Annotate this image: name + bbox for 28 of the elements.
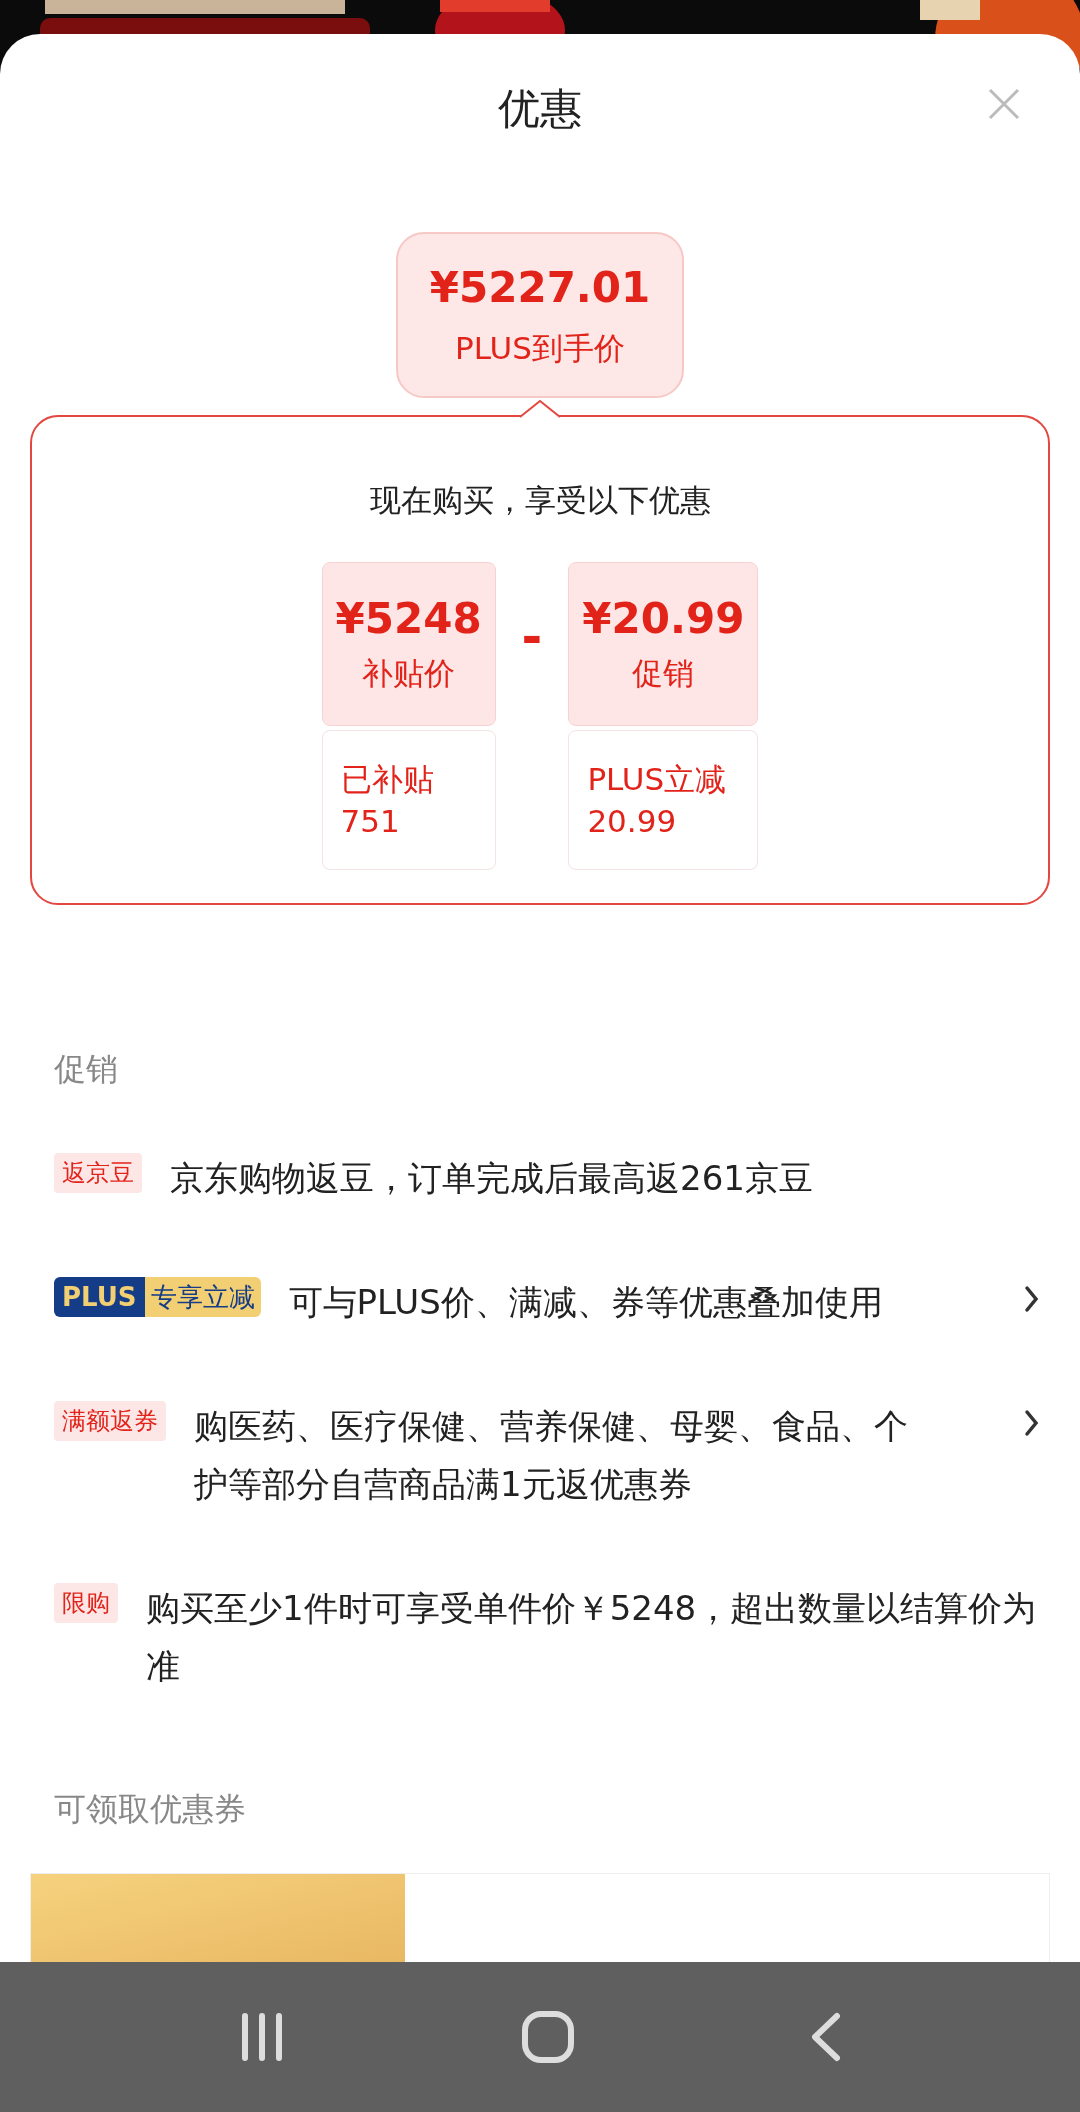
price-label: 补贴价 <box>362 658 456 689</box>
plus-badge-label: PLUS <box>54 1277 145 1317</box>
promo-tag: 满额返券 <box>54 1401 166 1441</box>
promo-description: 可与PLUS价、满减、券等优惠叠加使用 <box>288 1281 884 1324</box>
price-amount: ¥5248 <box>335 598 482 640</box>
final-price-label: PLUS到手价 <box>455 332 625 364</box>
plus-badge-text: 专享立减 <box>144 1277 261 1317</box>
sheet-title: 优惠 <box>498 82 582 135</box>
chevron-right-icon <box>1024 1409 1040 1437</box>
price-detail-text: 20.99 <box>587 801 678 841</box>
minus-sign: - <box>521 611 543 662</box>
promo-description: 购医药、医疗保健、营养保健、母婴、食品、个护等部分自营商品满1元返优惠券 <box>194 1405 909 1506</box>
promo-description: 京东购物返豆，订单完成后最高返261京豆 <box>170 1157 814 1200</box>
price-detail-text: PLUS立减 <box>587 759 728 799</box>
price-detail-text: 751 <box>340 801 401 841</box>
back-icon[interactable] <box>809 2012 843 2062</box>
promo-tag: 返京豆 <box>54 1153 142 1193</box>
price-detail-text: 已补贴 <box>340 759 435 799</box>
section-title: 促销 <box>53 1049 119 1090</box>
promo-tag: 限购 <box>54 1583 118 1623</box>
price-amount: ¥20.99 <box>582 598 745 640</box>
promo-description: 购买至少1件时可享受单件价￥5248，超出数量以结算价为准 <box>146 1587 1038 1688</box>
price-label: 促销 <box>632 658 695 689</box>
panel-heading: 现在购买，享受以下优惠 <box>369 481 711 520</box>
home-icon[interactable] <box>521 2010 575 2064</box>
chevron-right-icon <box>1024 1285 1040 1313</box>
final-price: ¥5227.01 <box>429 266 651 309</box>
section-title: 可领取优惠券 <box>53 1789 247 1830</box>
